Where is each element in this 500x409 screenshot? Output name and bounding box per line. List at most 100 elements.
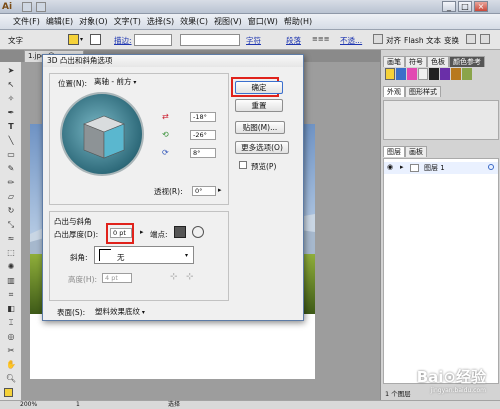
mesh-tool-icon[interactable]: ⌗ (4, 290, 18, 300)
eraser-tool-icon[interactable]: ▱ (4, 192, 18, 202)
pencil-tool-icon[interactable]: ✏ (4, 178, 18, 188)
bevel-extend-in-icon[interactable]: ⊹ (170, 272, 178, 282)
recolor-icon[interactable] (373, 34, 383, 44)
tab-brushes[interactable]: 画笔 (383, 56, 405, 67)
color-chip[interactable] (440, 68, 450, 80)
angle-y-input[interactable]: -26° (190, 130, 216, 140)
layer-target-icon[interactable] (488, 164, 494, 170)
layer-row[interactable]: ◉ ▸ 图层 1 (384, 162, 498, 174)
pen-tool-icon[interactable]: ✒ (4, 108, 18, 118)
rotate-tool-icon[interactable]: ↻ (4, 206, 18, 216)
free-transform-tool-icon[interactable]: ⬚ (4, 248, 18, 258)
type-tool-icon[interactable]: T (4, 122, 18, 132)
tab-graphic-styles[interactable]: 图形样式 (405, 86, 441, 97)
height-input[interactable]: 4 pt (102, 273, 132, 283)
page-number[interactable]: 1 (76, 401, 80, 409)
preview-checkbox[interactable] (239, 161, 247, 169)
fill-swatch[interactable] (68, 34, 79, 45)
line-tool-icon[interactable]: ╲ (4, 136, 18, 146)
gradient-tool-icon[interactable]: ◧ (4, 304, 18, 314)
expand-arrow-icon[interactable]: ▸ (400, 163, 404, 171)
menu-object[interactable]: 对象(O) (76, 16, 111, 27)
close-button[interactable]: × (474, 1, 488, 12)
paintbrush-tool-icon[interactable]: ✎ (4, 164, 18, 174)
direct-selection-tool-icon[interactable]: ↖ (4, 80, 18, 90)
hand-tool-icon[interactable]: ✋ (4, 360, 18, 370)
eyedropper-tool-icon[interactable]: ⌶ (4, 318, 18, 328)
tab-artboards[interactable]: 画板 (405, 146, 427, 157)
status-mode[interactable]: 选择 (168, 401, 180, 409)
position-dropdown[interactable]: 离轴 - 前方 ▾ (94, 76, 154, 87)
color-chip[interactable] (385, 68, 395, 80)
transform-label[interactable]: 变换 (444, 35, 459, 46)
menu-view[interactable]: 视图(V) (211, 16, 245, 27)
scale-tool-icon[interactable]: ⤡ (4, 220, 18, 230)
rotation-trackball[interactable] (60, 92, 144, 176)
layer-name[interactable]: 图层 1 (424, 163, 445, 173)
color-chip[interactable] (407, 68, 417, 80)
warp-tool-icon[interactable]: ≈ (4, 234, 18, 244)
more-options-button[interactable]: 更多选项(O) (235, 141, 289, 154)
fill-dropdown-icon[interactable]: ▾ (80, 36, 83, 43)
tab-color-guide[interactable]: 颜色参考 (449, 56, 485, 67)
surface-dropdown[interactable]: 塑料效果底纹 ▾ (95, 306, 145, 317)
blend-tool-icon[interactable]: ◎ (4, 332, 18, 342)
rectangle-tool-icon[interactable]: ▭ (4, 150, 18, 160)
menu-type[interactable]: 文字(T) (111, 16, 144, 27)
menu-select[interactable]: 选择(S) (144, 16, 177, 27)
zoom-level[interactable]: 200% (20, 401, 37, 409)
stroke-weight-field[interactable] (134, 34, 172, 46)
color-chip[interactable] (451, 68, 461, 80)
panel-menu-icon[interactable] (480, 34, 490, 44)
preview-label[interactable]: 预览(P) (251, 161, 276, 172)
angle-z-input[interactable]: 8° (190, 148, 216, 158)
angle-x-input[interactable]: -18° (190, 112, 216, 122)
fill-color-icon[interactable] (4, 388, 13, 397)
tab-swatches[interactable]: 色板 (427, 56, 449, 67)
selection-tool-icon[interactable]: ➤ (4, 66, 18, 76)
stroke-swatch[interactable] (90, 34, 101, 45)
perspective-input[interactable]: 0° (192, 186, 216, 196)
menu-effect[interactable]: 效果(C) (177, 16, 211, 27)
symbol-sprayer-tool-icon[interactable]: ✺ (4, 262, 18, 272)
font-family-field[interactable] (180, 34, 240, 46)
magic-wand-tool-icon[interactable]: ✧ (4, 94, 18, 104)
graph-tool-icon[interactable]: ▥ (4, 276, 18, 286)
color-chip[interactable] (462, 68, 472, 80)
paragraph-link[interactable]: 段落 (286, 35, 301, 46)
tab-symbols[interactable]: 符号 (405, 56, 427, 67)
color-chip[interactable] (429, 68, 439, 80)
color-guide-strip[interactable] (385, 68, 497, 80)
stroke-link[interactable]: 描边: (114, 35, 132, 46)
character-link[interactable]: 字符 (246, 35, 261, 46)
perspective-arrow-icon[interactable]: ▸ (218, 186, 222, 194)
slice-tool-icon[interactable]: ✂ (4, 346, 18, 356)
cap-off-icon[interactable] (192, 226, 204, 238)
tab-layers[interactable]: 图层 (383, 146, 405, 157)
minimize-button[interactable]: _ (442, 1, 456, 12)
bevel-dropdown[interactable]: 无 ▾ (94, 246, 194, 264)
isolate-icon[interactable] (466, 34, 476, 44)
extrude-depth-input[interactable]: 0 pt (110, 228, 132, 238)
tab-appearance[interactable]: 外观 (383, 86, 405, 97)
reset-button[interactable]: 重置 (235, 99, 283, 112)
cap-on-icon[interactable] (174, 226, 186, 238)
zoom-tool-icon[interactable]: 🔍︎ (4, 374, 18, 384)
menu-file[interactable]: 文件(F) (10, 16, 43, 27)
color-chip[interactable] (396, 68, 406, 80)
visibility-eye-icon[interactable]: ◉ (387, 163, 393, 171)
menu-window[interactable]: 窗口(W) (245, 16, 281, 27)
align-icons[interactable]: ≡≡≡ (312, 35, 342, 45)
bevel-extend-out-icon[interactable]: ⊹ (186, 272, 194, 282)
arrange-documents-icon[interactable] (36, 2, 46, 12)
maximize-button[interactable]: □ (458, 1, 472, 12)
map-button[interactable]: 贴图(M)... (235, 121, 285, 134)
menu-edit[interactable]: 编辑(E) (43, 16, 76, 27)
opacity-link[interactable]: 不透... (340, 35, 362, 46)
menu-help[interactable]: 帮助(H) (281, 16, 315, 27)
depth-arrow-icon[interactable]: ▸ (140, 228, 144, 236)
color-chip[interactable] (418, 68, 428, 80)
flash-text-label[interactable]: Flash 文本 (404, 35, 441, 46)
align-label[interactable]: 对齐 (386, 35, 401, 46)
ok-button[interactable]: 确定 (235, 81, 283, 94)
